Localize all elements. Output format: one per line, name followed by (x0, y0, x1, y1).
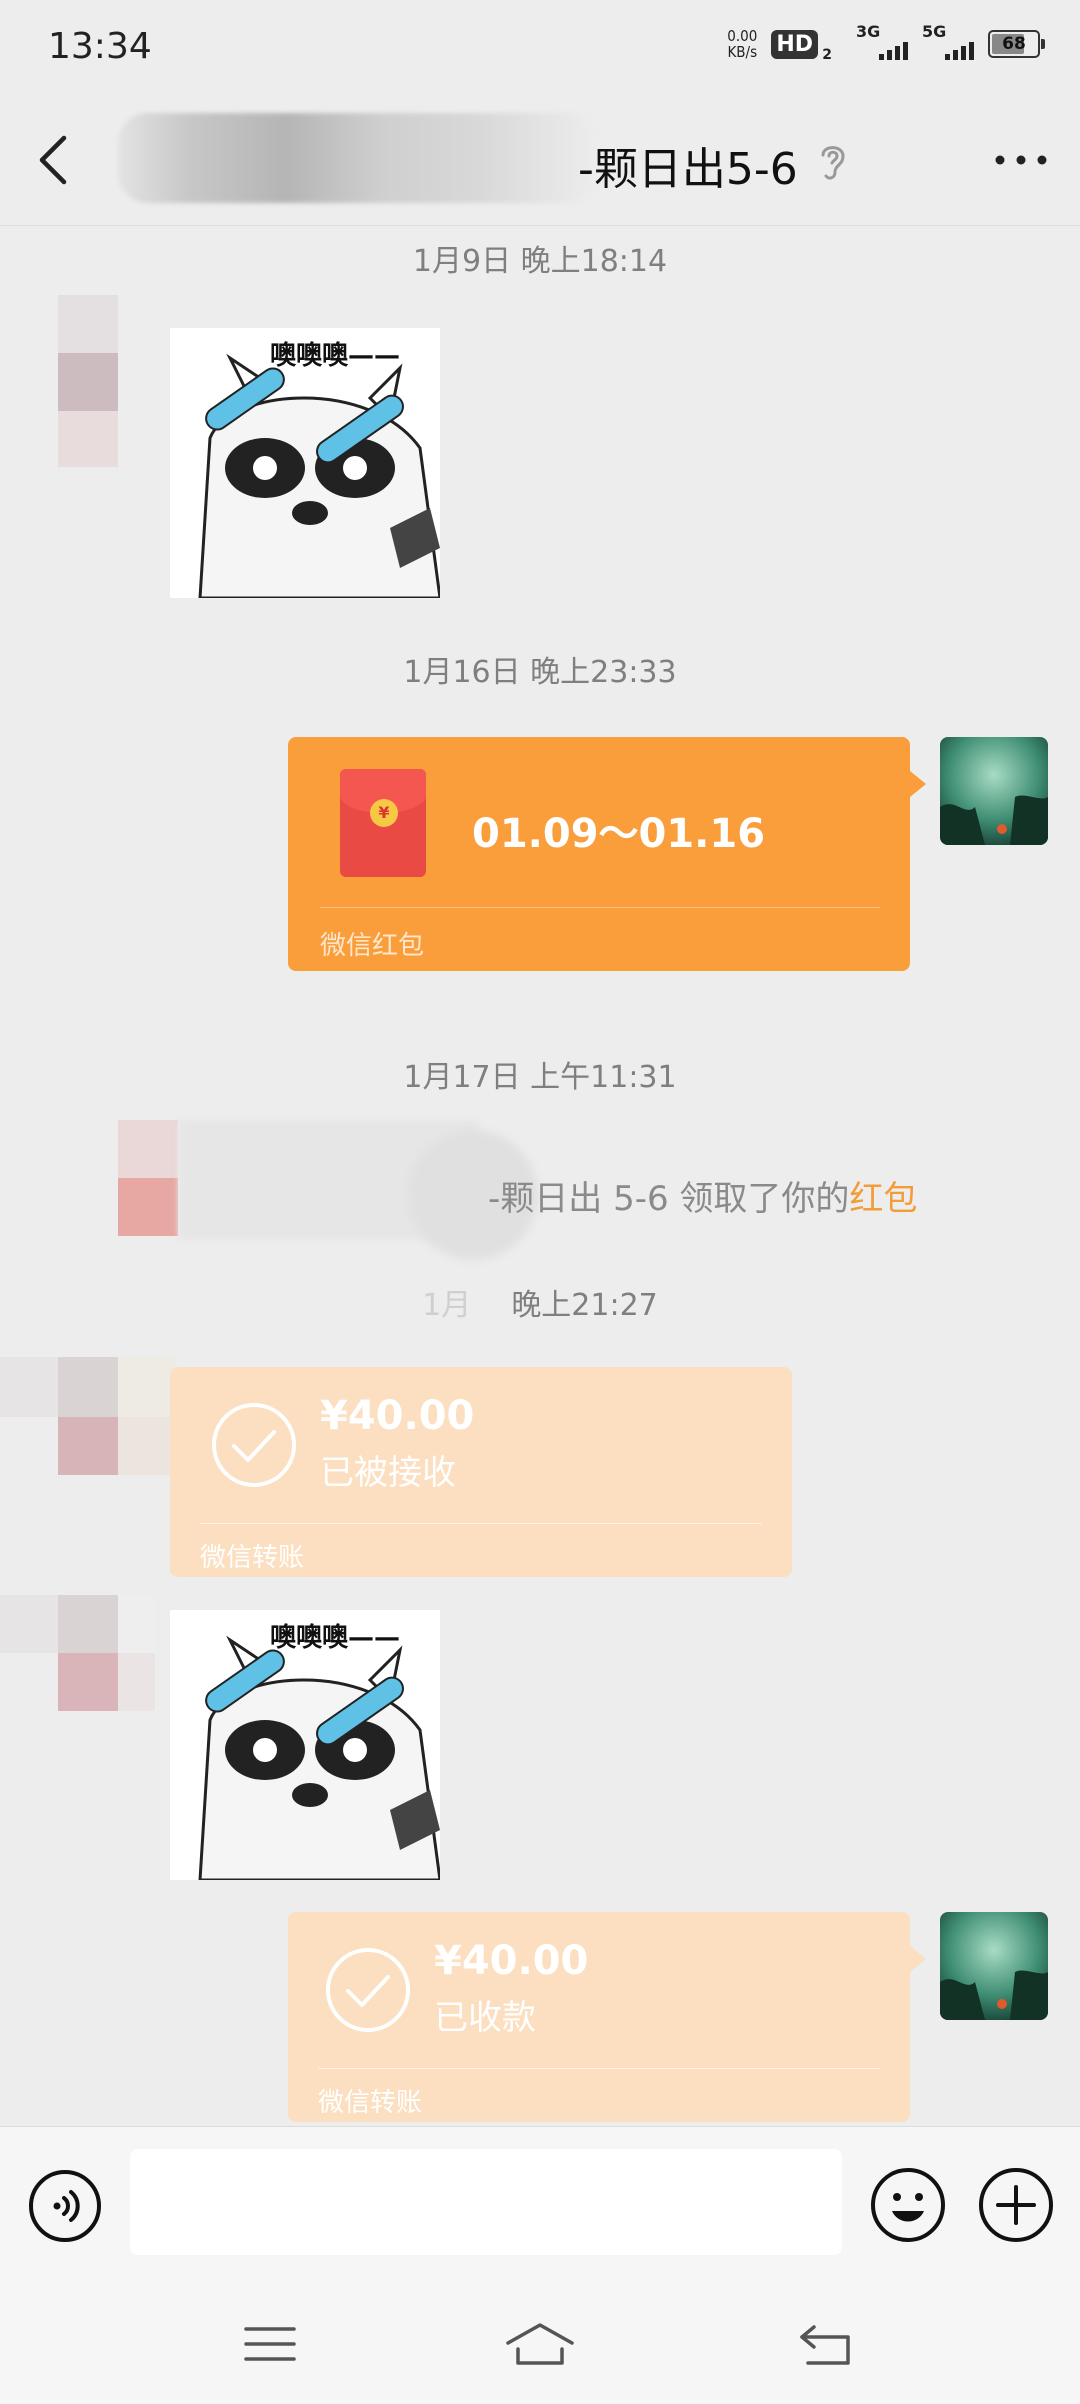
red-packet-greeting: 01.09～01.16 (472, 811, 766, 857)
my-avatar[interactable] (940, 737, 1048, 845)
menu-icon[interactable] (240, 2319, 300, 2369)
check-circle-icon (212, 1403, 296, 1487)
raccoon-sticker-icon: 噢噢噢—— (170, 328, 440, 598)
emoji-icon[interactable] (870, 2167, 946, 2243)
my-avatar[interactable] (940, 1912, 1048, 2020)
signal-5g-icon: 5G (922, 22, 974, 60)
hd-voice-icon: HD 2 (771, 29, 832, 63)
red-packet-message[interactable]: ¥ 01.09～01.16 微信红包 (288, 737, 926, 971)
svg-text:噢噢噢——: 噢噢噢—— (270, 1622, 400, 1653)
ear-icon (821, 146, 845, 180)
plus-icon[interactable] (978, 2167, 1054, 2243)
forest-avatar-icon (940, 737, 1048, 845)
chat-title: -颗日出5-6 (578, 144, 798, 195)
chat-header: -颗日出5-6 (0, 95, 1080, 226)
more-icon[interactable] (992, 145, 1050, 175)
system-nav-bar (0, 2281, 1080, 2404)
back-icon[interactable] (30, 130, 80, 190)
voice-icon[interactable] (28, 2169, 102, 2243)
message-input[interactable] (130, 2149, 842, 2255)
status-icons: 0.00 KB/s HD 2 3G 5G 68 (727, 22, 1045, 63)
transfer-amount: ¥40.00 (434, 1938, 589, 1984)
transfer-label: 微信转账 (318, 2088, 423, 2118)
net-speed: 0.00 KB/s (727, 27, 758, 61)
battery-icon: 68 (988, 30, 1045, 58)
status-bar: 13:34 0.00 KB/s HD 2 3G 5G 68 (0, 0, 1080, 95)
timestamp: 1月17日 上午11:31 (403, 1060, 677, 1095)
svg-text:噢噢噢——: 噢噢噢—— (270, 340, 400, 371)
sticker-image[interactable]: 噢噢噢—— (170, 328, 440, 598)
title-redacted (118, 113, 598, 203)
transfer-label: 微信转账 (200, 1543, 305, 1573)
home-icon[interactable] (504, 2319, 576, 2369)
transfer-amount: ¥40.00 (320, 1393, 475, 1439)
system-message-text: -颗日出 5-6 领取了你的红包 (488, 1179, 918, 1219)
raccoon-sticker-icon: 噢噢噢—— (170, 1610, 440, 1880)
red-packet-label: 微信红包 (320, 931, 425, 961)
transfer-message-collected[interactable]: ¥40.00 已收款 微信转账 (288, 1912, 926, 2122)
contact-avatar[interactable] (0, 1357, 175, 1529)
timestamp: 1月9日 晚上18:14 (412, 244, 668, 279)
input-bar (0, 2126, 1080, 2282)
signal-3g-icon: 3G (856, 22, 908, 60)
transfer-message-received[interactable]: ¥40.00 已被接收 微信转账 (170, 1367, 792, 1577)
system-message: -颗日出 5-6 领取了你的红包 (0, 1120, 1080, 1260)
contact-avatar[interactable] (0, 1595, 155, 1767)
return-icon[interactable] (796, 2319, 856, 2369)
check-circle-icon (326, 1948, 410, 2032)
status-time: 13:34 (48, 26, 152, 67)
red-packet-icon: ¥ (340, 769, 426, 877)
timestamp: 1月16日 晚上23:33 (403, 655, 677, 690)
name-redacted (118, 1120, 538, 1270)
contact-avatar[interactable] (58, 295, 118, 467)
sticker-image[interactable]: 噢噢噢—— (170, 1610, 440, 1880)
timestamp: 1月 晚上21:27 (422, 1288, 658, 1323)
red-packet-link[interactable]: 红包 (849, 1179, 917, 1219)
transfer-status: 已收款 (434, 1998, 536, 2038)
transfer-status: 已被接收 (320, 1453, 456, 1493)
forest-avatar-icon (940, 1912, 1048, 2020)
